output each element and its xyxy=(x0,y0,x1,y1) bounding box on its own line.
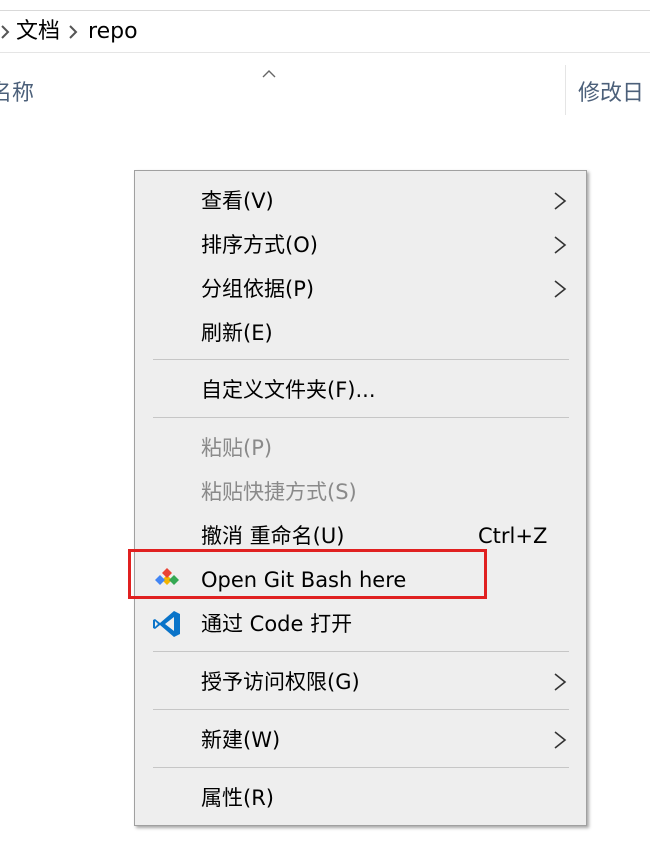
menu-item-properties[interactable]: 属性(R) xyxy=(135,776,586,820)
menu-item-label: 通过 Code 打开 xyxy=(201,612,353,636)
menu-item-refresh[interactable]: 刷新(E) xyxy=(135,311,586,355)
column-header-row: 名称 修改日 xyxy=(0,53,650,123)
menu-item-label: 刷新(E) xyxy=(201,321,273,345)
address-bar-top-edge xyxy=(0,0,650,11)
column-header-name[interactable]: 名称 xyxy=(0,75,34,107)
menu-separator xyxy=(153,651,569,652)
menu-item-label: 自定义文件夹(F)... xyxy=(201,378,376,402)
column-divider[interactable] xyxy=(565,65,566,115)
menu-item-open-with-code[interactable]: 通过 Code 打开 xyxy=(135,602,586,646)
menu-item-customize-folder[interactable]: 自定义文件夹(F)... xyxy=(135,368,586,412)
chevron-right-icon xyxy=(553,236,567,254)
menu-item-label: 粘贴(P) xyxy=(201,436,273,460)
menu-item-label: 排序方式(O) xyxy=(201,233,318,257)
vscode-icon xyxy=(151,610,183,638)
git-bash-icon xyxy=(151,566,183,594)
menu-item-label: 分组依据(P) xyxy=(201,277,315,301)
menu-item-paste-shortcut: 粘贴快捷方式(S) xyxy=(135,470,586,514)
menu-item-label: 粘贴快捷方式(S) xyxy=(201,480,357,504)
menu-item-give-access[interactable]: 授予访问权限(G) xyxy=(135,660,586,704)
menu-item-label: 授予访问权限(G) xyxy=(201,670,360,694)
context-menu: 查看(V) 排序方式(O) 分组依据(P) 刷新(E) 自定义文件夹(F)... xyxy=(134,170,587,826)
menu-item-label: 属性(R) xyxy=(201,786,274,810)
menu-separator xyxy=(153,709,569,710)
column-header-date-modified[interactable]: 修改日 xyxy=(578,75,644,107)
menu-separator xyxy=(153,417,569,418)
menu-item-label: 新建(W) xyxy=(201,728,281,752)
menu-item-sort-by[interactable]: 排序方式(O) xyxy=(135,223,586,267)
chevron-right-icon[interactable] xyxy=(60,12,86,52)
breadcrumb: 文档 repo xyxy=(0,12,650,53)
chevron-right-icon xyxy=(553,673,567,691)
menu-item-label: 撤消 重命名(U) xyxy=(201,524,345,548)
breadcrumb-item-documents[interactable]: 文档 xyxy=(14,12,60,52)
sort-ascending-icon xyxy=(262,63,276,82)
chevron-right-icon xyxy=(553,280,567,298)
menu-item-undo-rename[interactable]: 撤消 重命名(U) Ctrl+Z xyxy=(135,514,586,558)
menu-item-label: 查看(V) xyxy=(201,189,274,213)
menu-item-view[interactable]: 查看(V) xyxy=(135,179,586,223)
menu-item-paste: 粘贴(P) xyxy=(135,426,586,470)
menu-item-open-git-bash[interactable]: Open Git Bash here xyxy=(135,558,586,602)
chevron-right-icon xyxy=(553,731,567,749)
menu-item-group-by[interactable]: 分组依据(P) xyxy=(135,267,586,311)
file-explorer-window: 文档 repo 名称 修改日 查看(V) 排序方式(O) 分组依据(P) 刷新(… xyxy=(0,0,650,848)
menu-item-shortcut: Ctrl+Z xyxy=(478,524,548,548)
chevron-right-icon xyxy=(553,192,567,210)
menu-item-new[interactable]: 新建(W) xyxy=(135,718,586,762)
menu-item-label: Open Git Bash here xyxy=(201,568,407,592)
chevron-right-icon[interactable] xyxy=(0,12,14,52)
breadcrumb-item-repo[interactable]: repo xyxy=(86,12,138,52)
menu-separator xyxy=(153,359,569,360)
menu-separator xyxy=(153,767,569,768)
